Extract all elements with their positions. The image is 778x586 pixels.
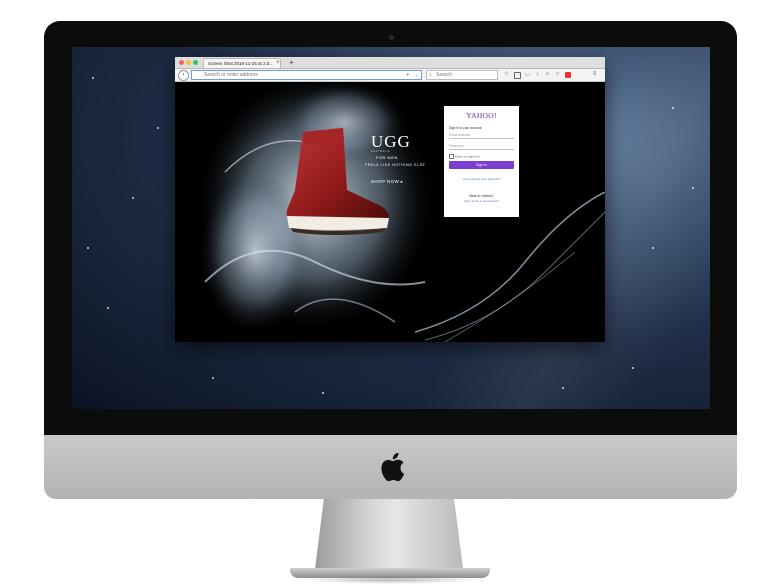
browser-window: Screen Shot 2016-11-25 at 2.5... × + ‹ S… [175,57,605,342]
reload-icon[interactable]: ▾ [406,71,409,79]
new-to-yahoo-label: New to Yahoo? [469,194,494,198]
tab-close-icon[interactable]: × [276,58,280,68]
shop-now-link[interactable]: SHOP NOW ▸ [371,179,403,185]
tagline: FEELS LIKE NOTHING ELSE [365,163,426,167]
keep-signed-in-label: Keep me signed in [455,154,480,159]
star [132,197,134,199]
stand-shadow [300,576,480,584]
yahoo-logo: YAHOO! [466,111,497,120]
star [157,127,159,129]
login-card: YAHOO! Sign in to your account Email add… [444,106,519,217]
search-placeholder: Search [436,72,452,78]
signin-button[interactable]: Sign in [449,161,514,169]
password-field[interactable]: Password [449,142,514,150]
home-icon[interactable]: ⌂ [544,71,551,78]
email-field[interactable]: Email address [449,131,514,139]
star [107,307,109,309]
search-icon: ⌕ [429,72,432,78]
desktop-screen: Screen Shot 2016-11-25 at 2.5... × + ‹ S… [72,47,710,409]
bookmark-star-icon[interactable]: ☆ [503,71,510,78]
ugg-sub-brand: AUSTRALIA [371,150,391,153]
extension-icon[interactable] [565,71,571,78]
new-tab-button[interactable]: + [289,57,294,68]
ugg-logo: UGG [371,132,411,151]
go-arrow-icon[interactable]: → [413,71,418,79]
web-page: UGG AUSTRALIA FOR MEN FEELS LIKE NOTHING… [175,82,605,342]
star [322,392,324,394]
ugg-boot-splash-image [200,82,430,332]
close-window-button[interactable] [179,60,184,65]
menu-icon[interactable]: ≡ [591,71,598,78]
tab-active[interactable]: Screen Shot 2016-11-25 at 2.5... [203,58,281,68]
search-bar[interactable]: ⌕ Search [426,70,498,80]
zoom-window-button[interactable] [193,60,198,65]
star [212,377,214,379]
signup-link[interactable]: Sign up for a new account [444,199,519,203]
reading-list-icon[interactable] [514,71,521,79]
tab-bar: Screen Shot 2016-11-25 at 2.5... × + [175,57,605,69]
camera-icon [389,35,394,40]
pocket-icon[interactable]: ◡ [524,71,531,78]
for-men-label: FOR MEN [376,155,398,160]
cant-access-link[interactable]: Can't access your account? [444,177,519,181]
download-icon[interactable]: ↓ [534,71,541,78]
star [87,247,89,249]
stand-neck [315,499,463,569]
address-bar[interactable]: Search or enter address ▾ → [191,70,422,80]
back-button[interactable]: ‹ [178,70,189,81]
chat-icon[interactable]: ○ [554,71,561,78]
address-placeholder: Search or enter address [204,72,258,78]
keep-signed-in-checkbox[interactable]: Keep me signed in [449,154,480,159]
star [92,77,94,79]
minimize-window-button[interactable] [186,60,191,65]
toolbar-icons: ☆ ◡ ↓ ⌂ ○ ≡ [503,71,603,79]
signin-prompt: Sign in to your account [449,126,482,130]
checkbox-icon[interactable] [449,154,454,159]
apple-logo-icon [381,452,405,482]
navigation-toolbar: ‹ Search or enter address ▾ → ⌕ Search ☆… [175,69,605,82]
